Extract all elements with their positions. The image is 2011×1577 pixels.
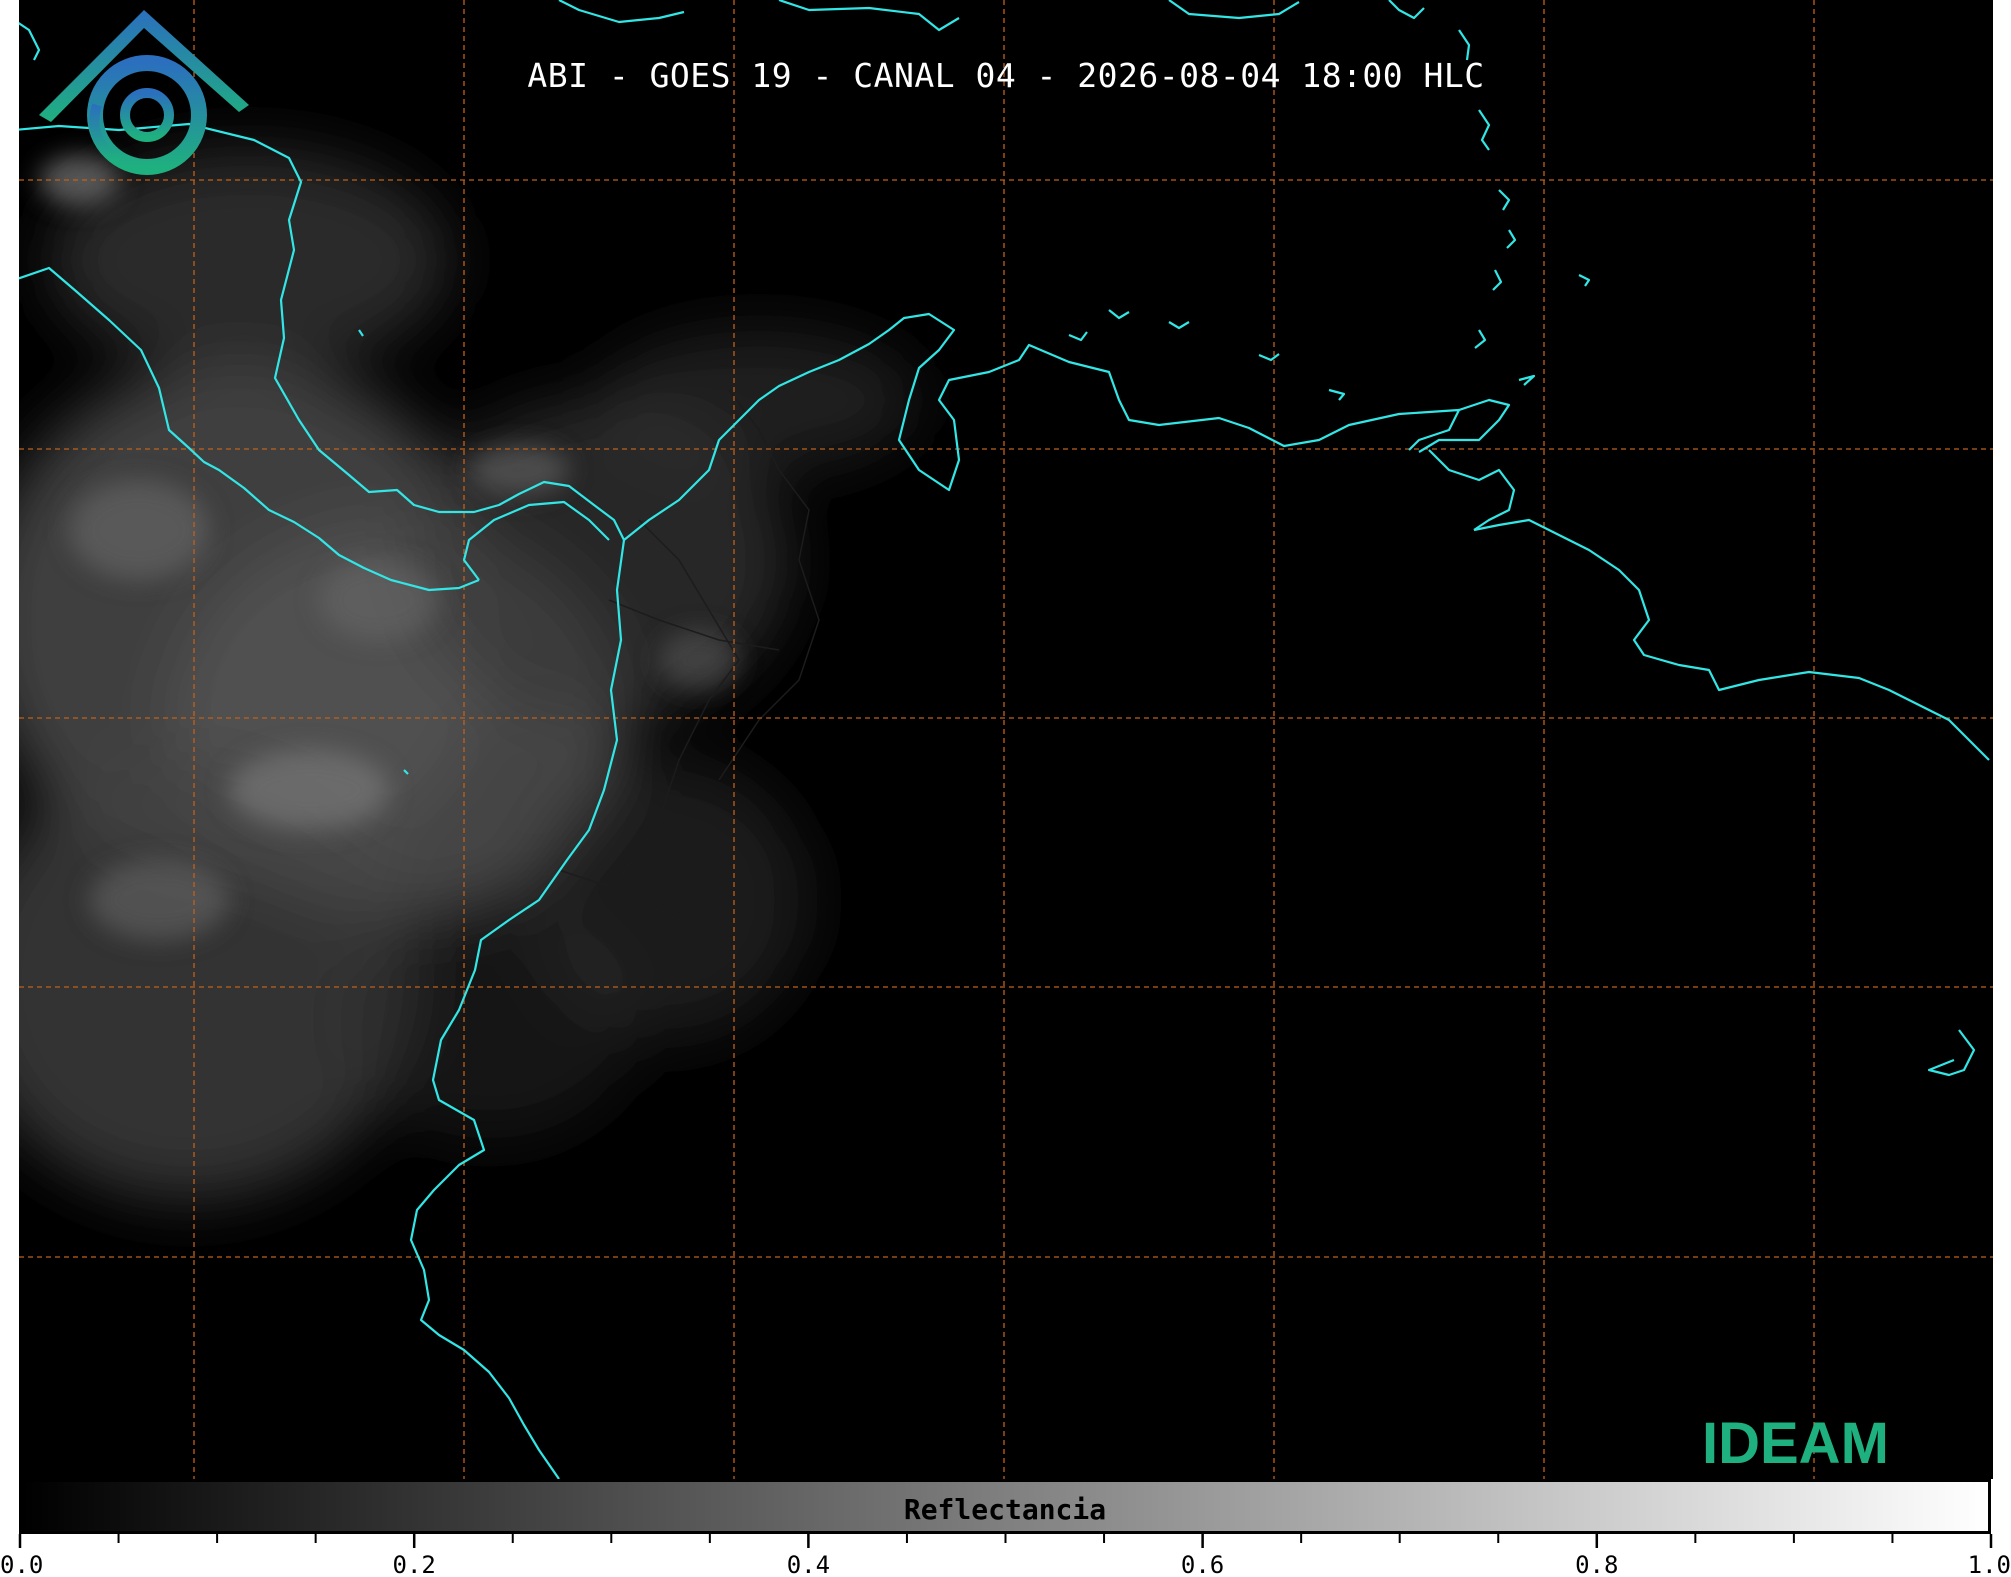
- colorbar-tick-label: 0.2: [393, 1551, 436, 1577]
- ideam-wordmark: IDEAM: [1702, 1411, 1889, 1476]
- colorbar-tick-label: 0.8: [1575, 1551, 1618, 1577]
- colorbar-tick-label: 0.4: [787, 1551, 830, 1577]
- satellite-image[interactable]: ABI - GOES 19 - CANAL 04 - 2026-08-04 18…: [19, 0, 1993, 1479]
- ideam-logo-icon: [39, 10, 249, 175]
- colorbar-tick-label: 0.6: [1181, 1551, 1224, 1577]
- colorbar: Reflectancia: [19, 1479, 1991, 1534]
- map-title: ABI - GOES 19 - CANAL 04 - 2026-08-04 18…: [527, 56, 1485, 95]
- colorbar-ticks: 0.0 0.2 0.4 0.6 0.8 1.0: [0, 1534, 2011, 1577]
- cloud-cover: [19, 150, 919, 1200]
- map-layer: [19, 0, 1993, 1479]
- colorbar-tick-label: 1.0: [1968, 1551, 2011, 1577]
- colorbar-label: Reflectancia: [903, 1493, 1107, 1526]
- colorbar-tick-label: 0.0: [0, 1551, 43, 1577]
